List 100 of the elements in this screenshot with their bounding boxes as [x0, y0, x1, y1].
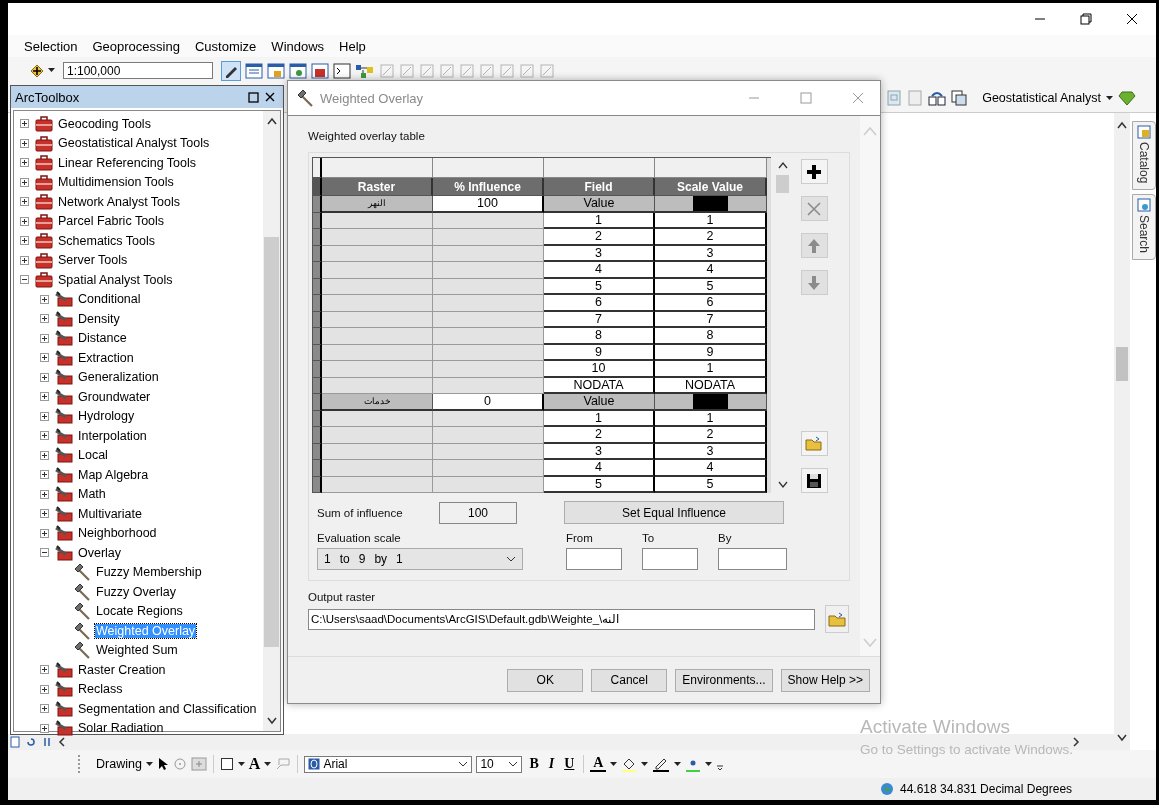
menu-item[interactable]: Customize	[194, 38, 257, 54]
tree-item[interactable]: Hydrology	[77, 409, 136, 424]
caret-icon[interactable]	[641, 761, 649, 767]
tree-item[interactable]: Locate Regions	[95, 604, 184, 619]
expand-icon[interactable]	[40, 294, 49, 304]
command-window-icon[interactable]	[333, 62, 351, 79]
expand-icon[interactable]	[20, 216, 29, 226]
table-button[interactable]	[800, 468, 828, 493]
tree-item[interactable]: Groundwater	[77, 389, 152, 404]
menu-item[interactable]: Help	[339, 38, 366, 54]
expand-icon[interactable]	[40, 489, 49, 499]
table-cell[interactable]: 8	[655, 328, 767, 345]
scroll-up-icon[interactable]	[266, 117, 277, 125]
restore-icon[interactable]	[1080, 13, 1092, 25]
font-color-button[interactable]: A	[590, 756, 607, 772]
expand-icon[interactable]	[40, 450, 49, 460]
from-field[interactable]	[566, 548, 622, 570]
map-window-icon[interactable]	[289, 62, 307, 79]
toolbox-window-icon[interactable]	[267, 62, 285, 79]
row-selector[interactable]	[313, 311, 322, 328]
table-cell[interactable]: 2	[655, 229, 767, 246]
caret-icon[interactable]	[264, 761, 272, 767]
vertical-scrollbar[interactable]	[263, 111, 280, 731]
expand-icon[interactable]	[40, 684, 49, 694]
row-selector[interactable]	[313, 394, 322, 411]
table-cell[interactable]: Value	[544, 196, 655, 213]
tree-item[interactable]: Parcel Fabric Tools	[57, 214, 166, 229]
expand-icon[interactable]	[20, 138, 29, 148]
scale-combo[interactable]: 1:100,000	[63, 62, 213, 79]
output-raster-field[interactable]: C:\Users\saad\Documents\ArcGIS\Default.gdb\Weighte_\النه	[308, 608, 815, 630]
drawing-menu[interactable]: Drawing	[96, 757, 142, 771]
dialog-button[interactable]: Show Help >>	[780, 668, 870, 692]
geostatistical-analyst-menu[interactable]: Geostatistical Analyst	[982, 91, 1101, 105]
row-selector[interactable]	[313, 476, 322, 493]
table-cell[interactable]: 4	[655, 262, 767, 279]
row-selector[interactable]	[313, 410, 322, 427]
text-tool[interactable]: A	[248, 755, 261, 773]
tree-item[interactable]: Overlay	[77, 545, 123, 560]
row-selector[interactable]	[313, 344, 322, 361]
expand-icon[interactable]	[40, 470, 49, 480]
row-selector[interactable]	[313, 427, 322, 444]
expand-icon[interactable]	[40, 353, 49, 363]
tree-item[interactable]: Density	[77, 311, 121, 326]
expand-icon[interactable]	[20, 158, 29, 168]
table-cell[interactable]: 6	[655, 295, 767, 312]
expand-icon[interactable]	[40, 665, 49, 675]
close-icon[interactable]	[1126, 13, 1138, 25]
tree-item[interactable]: Weighted Sum	[95, 643, 179, 658]
expand-icon[interactable]	[40, 314, 49, 324]
tree-item[interactable]: Map Algebra	[77, 467, 150, 482]
expand-icon[interactable]	[40, 411, 49, 421]
dialog-button[interactable]: Cancel	[591, 668, 668, 692]
expand-icon[interactable]	[20, 119, 29, 129]
expand-icon[interactable]	[40, 392, 49, 402]
tree-item[interactable]: Linear Referencing Tools	[57, 155, 198, 170]
tree-item[interactable]: Network Analyst Tools	[57, 194, 182, 209]
expand-icon[interactable]	[40, 333, 49, 343]
bold-button[interactable]: B	[526, 756, 542, 772]
tree-item[interactable]: Geostatistical Analyst Tools	[57, 136, 211, 151]
caret-icon[interactable]	[610, 761, 618, 767]
row-selector[interactable]	[313, 278, 322, 295]
dialog-button[interactable]: OK	[507, 668, 584, 692]
tree-item[interactable]: Raster Creation	[77, 662, 167, 677]
scroll-up-icon[interactable]	[777, 161, 788, 169]
table-window-icon[interactable]	[245, 62, 263, 79]
expand-icon[interactable]	[40, 723, 49, 733]
scroll-right-icon[interactable]	[1072, 737, 1080, 747]
scroll-down-icon[interactable]	[1117, 734, 1127, 742]
tree-item[interactable]: Multivariate	[77, 506, 143, 521]
side-tab[interactable]: Search	[1132, 194, 1156, 261]
expand-icon[interactable]	[20, 255, 29, 265]
row-selector[interactable]	[313, 460, 322, 477]
caret-icon[interactable]	[674, 761, 682, 767]
tree-item[interactable]: Segmentation and Classification	[77, 701, 258, 716]
diamond-icon[interactable]	[1118, 90, 1136, 106]
scroll-down-icon[interactable]	[777, 481, 788, 489]
layout-view-icon[interactable]	[10, 736, 20, 748]
tree-item[interactable]: Distance	[77, 331, 128, 346]
table-cell[interactable]: خدمات	[322, 394, 433, 411]
expand-icon[interactable]	[40, 431, 49, 441]
tree-item[interactable]: Fuzzy Overlay	[95, 584, 177, 599]
tree-item[interactable]: Extraction	[77, 350, 135, 365]
tree-item[interactable]: Spatial Analyst Tools	[57, 272, 174, 287]
collapse-icon[interactable]	[20, 275, 29, 285]
tree-item[interactable]: Conditional	[77, 292, 142, 307]
table-cell[interactable]: النهر	[322, 196, 433, 213]
pointer-icon[interactable]	[156, 757, 169, 771]
tree-item[interactable]: Multidimension Tools	[57, 175, 175, 190]
toolbox-window-icon[interactable]	[311, 62, 329, 79]
tree-item[interactable]: Geocoding Tools	[57, 116, 152, 131]
side-tab[interactable]: Catalog	[1132, 121, 1156, 191]
row-selector[interactable]	[313, 361, 322, 378]
tree-item[interactable]: Solar Radiation	[77, 721, 165, 736]
by-field[interactable]	[718, 548, 787, 570]
tree-item[interactable]: Math	[77, 487, 107, 502]
scroll-thumb[interactable]	[1116, 347, 1128, 381]
table-cell[interactable]: 1	[655, 361, 767, 378]
influence-cell[interactable]: 0	[433, 394, 544, 411]
table-cell[interactable]: 2	[655, 427, 767, 444]
expand-icon[interactable]	[40, 528, 49, 538]
